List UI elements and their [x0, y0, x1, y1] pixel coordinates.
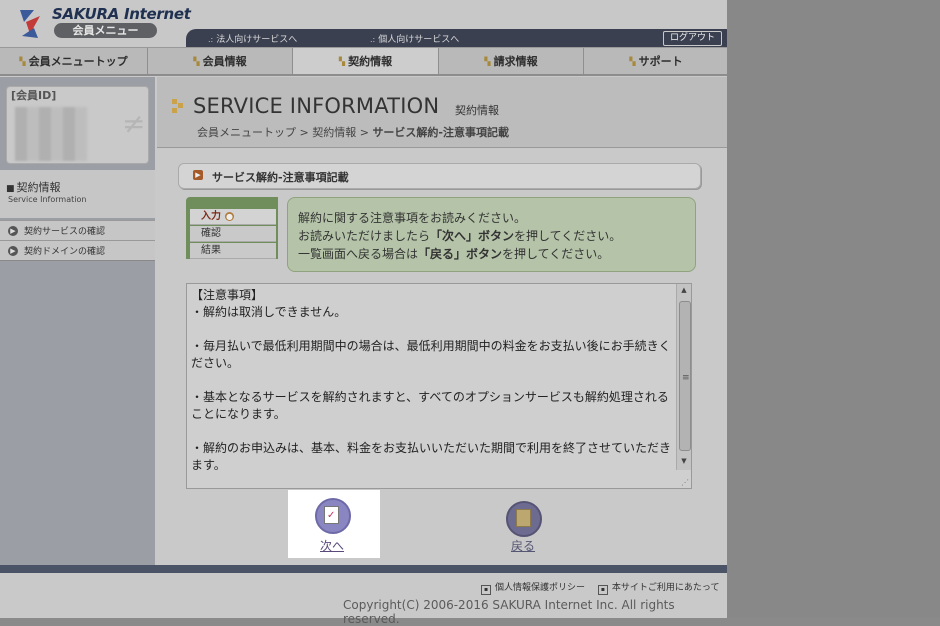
logout-button[interactable]: ログアウト: [663, 31, 722, 46]
breadcrumb-current: サービス解約-注意事項記載: [372, 126, 510, 139]
nav-label: サポート: [638, 55, 683, 68]
document-list-icon: [516, 509, 531, 527]
notice-textarea[interactable]: 【注意事項】 ・解約は取消しできません。 ・毎月払いで最低利用期間中の場合は、最…: [186, 283, 692, 489]
breadcrumb-contract-info[interactable]: 契約情報: [312, 126, 356, 139]
notice-scrollbar[interactable]: ▲ ≡ ▼: [676, 284, 691, 470]
sakura-watermark-icon: ≠: [122, 107, 146, 140]
bullet-icon: ▚: [629, 56, 636, 66]
step-indicator: 入力 ● 確認 結果: [186, 197, 278, 259]
member-id-label: [会員ID]: [11, 89, 57, 102]
link-icon: ▪: [597, 585, 608, 595]
instruction-line-1: 解約に関する注意事項をお読みください。: [298, 211, 527, 225]
nav-member-top[interactable]: ▚ 会員メニュートップ: [0, 48, 148, 74]
nav-contract-info[interactable]: ▚ 契約情報: [293, 48, 439, 74]
title-area: SERVICE INFORMATION 契約情報 会員メニュートップ > 契約情…: [157, 77, 727, 148]
personal-services-label: 個人向けサービスへ: [378, 35, 460, 45]
back-button[interactable]: 戻る: [503, 501, 547, 553]
sidebar-section-title-text: 契約情報: [16, 181, 61, 194]
sidebar-link-label: 契約サービスの確認: [24, 227, 106, 237]
nav-label: 請求情報: [493, 55, 538, 68]
terms-label: 本サイトご利用にあたって: [611, 583, 720, 593]
step-input: 入力 ●: [190, 209, 276, 225]
sidebar-link-label: 契約ドメインの確認: [24, 247, 106, 257]
page-subtitle: 契約情報: [455, 104, 499, 117]
bullet-icon: ▚: [484, 56, 491, 66]
page: SAKURA Internet 会員メニュー .: 法人向けサービスへ .: 個人向…: [0, 0, 727, 626]
arrow-right-icon: ▶: [8, 225, 18, 236]
square-bullet-icon: ■: [6, 184, 15, 194]
main-nav: ▚ 会員メニュートップ ▚ 会員情報 ▚ 契約情報 ▚ 請求情報 ▚ サポート: [0, 47, 727, 76]
dots-icon: .:: [208, 35, 214, 44]
back-button-label[interactable]: 戻る: [511, 537, 535, 554]
section-title: サービス解約-注意事項記載: [212, 171, 349, 184]
step-confirm: 確認: [190, 226, 276, 242]
arrow-right-icon: ▶: [8, 245, 18, 256]
notice-text: 【注意事項】 ・解約は取消しできません。 ・毎月払いで最低利用期間中の場合は、最…: [191, 288, 672, 472]
sidebar-link-contract-services[interactable]: ▶ 契約サービスの確認: [0, 220, 155, 241]
logo-name: SAKURA Internet: [52, 5, 191, 23]
logo-sub: 会員メニュー: [54, 23, 157, 38]
page-title: SERVICE INFORMATION: [193, 94, 440, 118]
nav-label: 会員メニュートップ: [28, 55, 128, 68]
instruction-line-3: 一覧画面へ戻る場合は「戻る」ボタンを押してください。: [298, 247, 610, 261]
instruction-box: 解約に関する注意事項をお読みください。 お読みいただけましたら「次へ」ボタンを押…: [287, 197, 696, 272]
dots-icon: .:: [370, 35, 376, 44]
instruction-line-2: お読みいただけましたら「次へ」ボタンを押してください。: [298, 229, 622, 243]
step-label: 確認: [201, 228, 221, 239]
breadcrumb-separator: >: [299, 126, 309, 139]
grip-icon: ≡: [682, 373, 690, 383]
bullet-icon: ▚: [19, 56, 26, 66]
sidebar-section-subtitle: Service Information: [8, 195, 87, 204]
member-id-box: [会員ID] ≠: [6, 86, 149, 164]
section-arrow-icon: ▶: [193, 170, 203, 180]
scroll-down-icon[interactable]: ▼: [677, 457, 691, 469]
nav-billing-info[interactable]: ▚ 請求情報: [439, 48, 584, 74]
sidebar-link-contract-domains[interactable]: ▶ 契約ドメインの確認: [0, 240, 155, 261]
step-label: 入力: [201, 211, 221, 222]
copyright: Copyright(C) 2006-2016 SAKURA Internet I…: [343, 598, 675, 626]
corporate-services-link[interactable]: .: 法人向けサービスへ: [208, 32, 297, 45]
scroll-thumb[interactable]: ≡: [679, 301, 691, 451]
member-id-redacted: [15, 107, 87, 161]
header: SAKURA Internet 会員メニュー .: 法人向けサービスへ .: 個人向…: [0, 0, 727, 47]
link-icon: ▪: [481, 585, 491, 595]
current-step-icon: ●: [225, 212, 234, 221]
title-mark-icon: [172, 99, 184, 113]
scroll-up-icon[interactable]: ▲: [677, 286, 691, 298]
privacy-policy-link[interactable]: ▪ 個人情報保護ポリシー: [481, 583, 586, 595]
next-button-label[interactable]: 次へ: [320, 537, 344, 554]
footer-links: ▪ 個人情報保護ポリシー ▪ 本サイトご利用にあたって: [481, 580, 719, 595]
privacy-policy-label: 個人情報保護ポリシー: [495, 583, 586, 593]
empty-background: [727, 0, 940, 618]
sakura-logo-icon: [20, 10, 40, 38]
step-result: 結果: [190, 243, 276, 259]
section-header: ▶ サービス解約-注意事項記載: [178, 163, 701, 189]
terms-link[interactable]: ▪ 本サイトご利用にあたって: [597, 583, 720, 595]
breadcrumb-member-top[interactable]: 会員メニュートップ: [197, 126, 296, 139]
personal-services-link[interactable]: .: 個人向けサービスへ: [370, 32, 459, 45]
breadcrumb-separator: >: [359, 126, 369, 139]
footer-bar: [0, 565, 727, 573]
main-content: SERVICE INFORMATION 契約情報 会員メニュートップ > 契約情…: [157, 77, 727, 565]
sidebar-section-title: ■ 契約情報: [6, 179, 61, 195]
breadcrumb: 会員メニュートップ > 契約情報 > サービス解約-注意事項記載: [197, 124, 509, 140]
checkmark-icon: ✓: [327, 510, 336, 521]
nav-support[interactable]: ▚ サポート: [584, 48, 728, 74]
step-label: 結果: [201, 245, 221, 256]
resize-handle-icon[interactable]: ⋰: [681, 478, 689, 487]
bullet-icon: ▚: [338, 56, 346, 66]
sidebar: [会員ID] ≠ ■ 契約情報 Service Information ▶ 契約サー…: [0, 77, 155, 565]
next-button[interactable]: ✓ 次へ: [288, 490, 380, 558]
nav-member-info[interactable]: ▚ 会員情報: [148, 48, 293, 74]
bullet-icon: ▚: [193, 56, 200, 66]
corporate-services-label: 法人向けサービスへ: [216, 35, 298, 45]
nav-label: 会員情報: [202, 55, 247, 68]
nav-label: 契約情報: [348, 55, 393, 68]
